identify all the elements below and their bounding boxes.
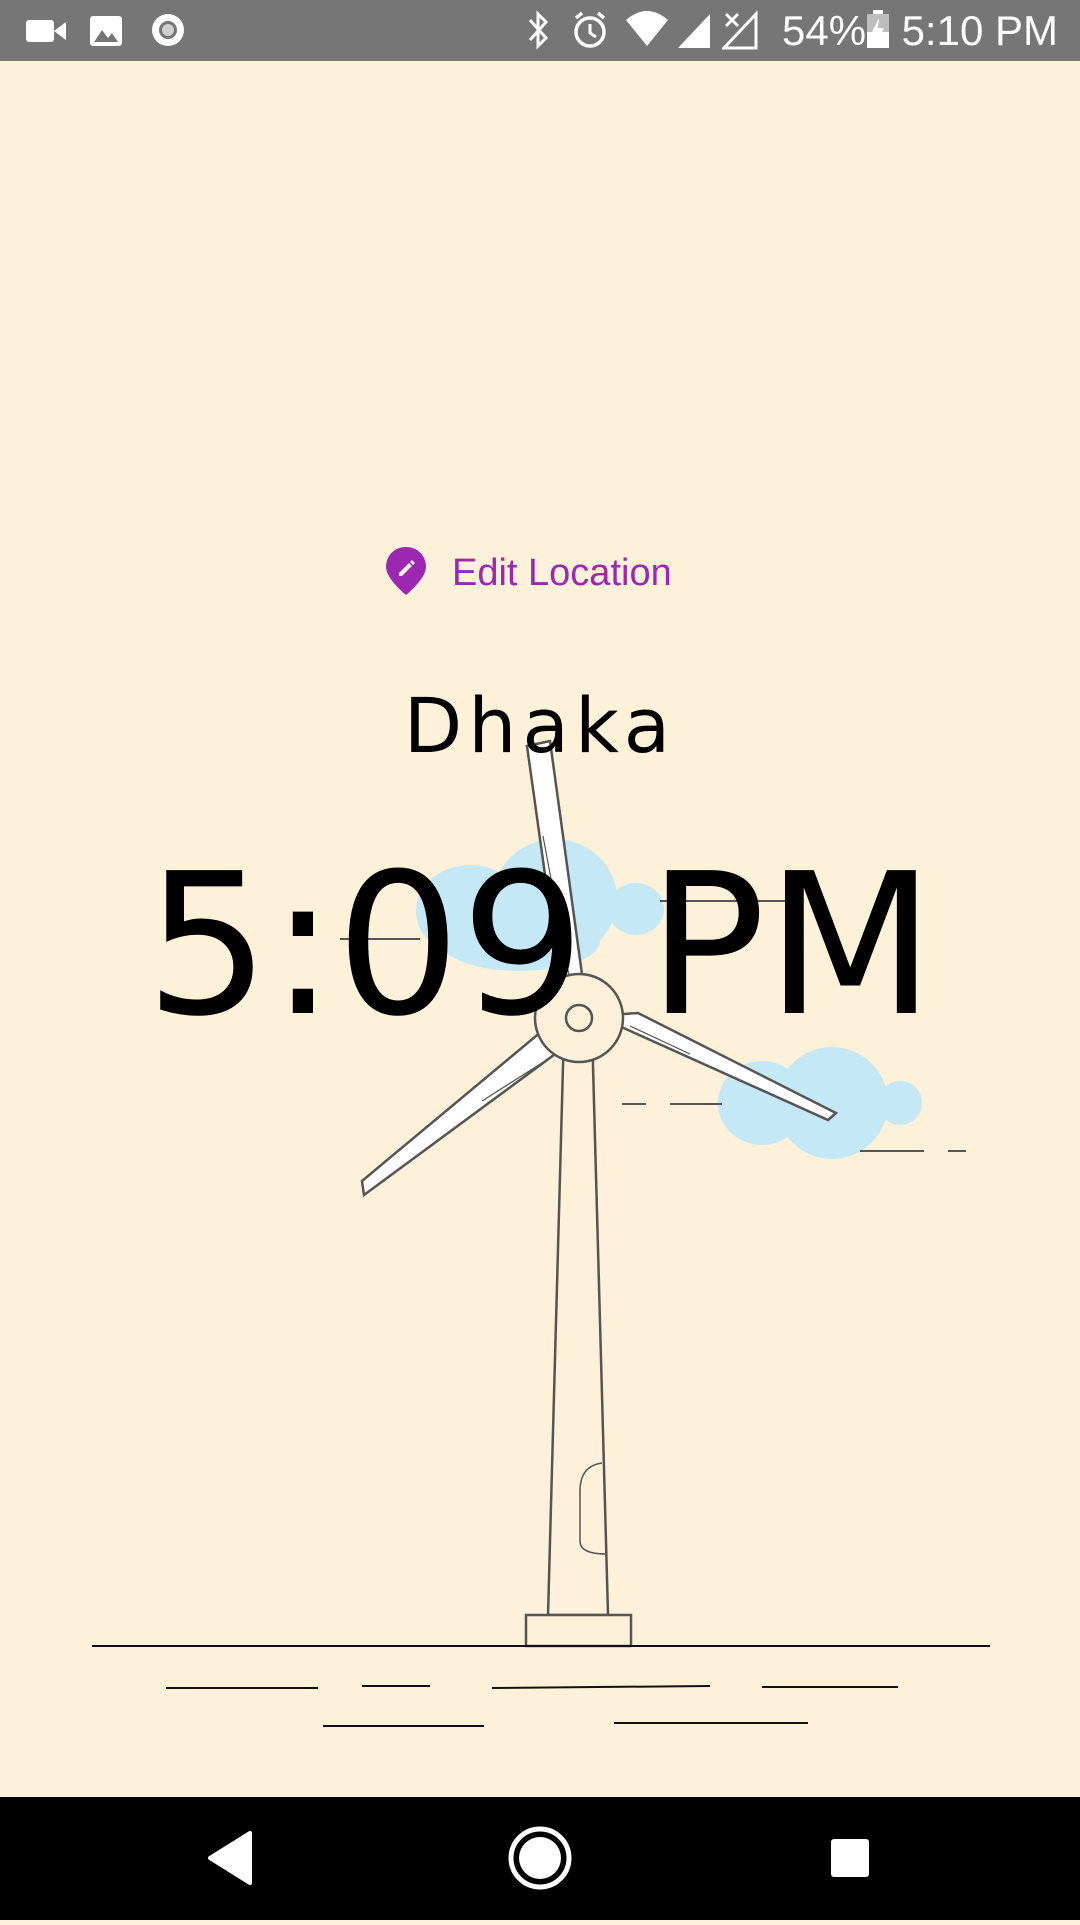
signal-no-sim-icon xyxy=(720,0,758,66)
record-icon xyxy=(148,0,188,66)
status-bar: 54% 5:10 PM xyxy=(0,0,1080,61)
home-icon[interactable] xyxy=(500,1797,580,1925)
turbine-tower xyxy=(524,1027,633,1648)
status-time: 5:10 PM xyxy=(901,7,1058,54)
signal-icon xyxy=(676,0,712,66)
edit-location-label: Edit Location xyxy=(452,551,672,594)
location-name: Dhaka xyxy=(403,681,677,770)
battery-charging-icon xyxy=(864,0,892,66)
edit-location-pin-icon xyxy=(384,545,428,602)
image-icon xyxy=(88,0,124,66)
main-content: Edit Location Dhaka 5:09 PM xyxy=(0,61,1080,1797)
video-camera-icon xyxy=(24,0,68,66)
edit-location-button[interactable]: Edit Location xyxy=(384,541,672,605)
back-icon[interactable] xyxy=(190,1797,270,1925)
battery-percentage: 54% xyxy=(782,7,867,54)
recents-icon[interactable] xyxy=(810,1797,890,1925)
ground-lines xyxy=(92,1645,990,1727)
navigation-bar xyxy=(0,1797,1080,1920)
bluetooth-icon xyxy=(524,0,554,66)
alarm-icon xyxy=(570,0,610,66)
time-display: 5:09 PM xyxy=(145,832,935,1060)
wifi-icon xyxy=(624,0,670,66)
cloud-right xyxy=(718,1047,922,1159)
